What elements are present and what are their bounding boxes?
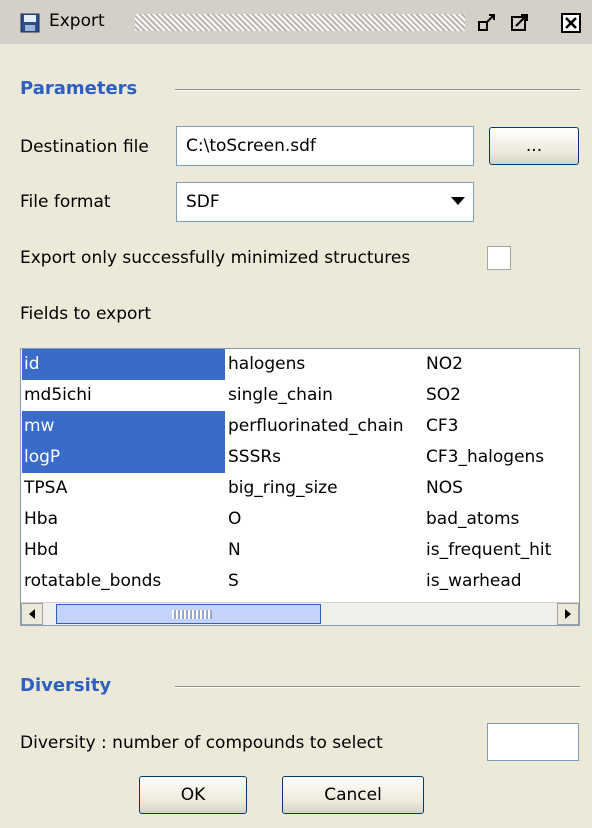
diversity-count-input[interactable]	[487, 723, 579, 761]
floppy-disk-icon	[20, 13, 40, 33]
thumb-grip	[172, 610, 212, 619]
list-item[interactable]: SSSRs	[226, 442, 422, 473]
list-item[interactable]: bad_atoms	[424, 504, 579, 535]
destination-field[interactable]: C:\toScreen.sdf	[176, 126, 474, 166]
list-item[interactable]: md5ichi	[22, 380, 225, 411]
parameters-divider	[175, 89, 580, 91]
destination-label: Destination file	[20, 137, 149, 157]
minimized-checkbox[interactable]	[487, 246, 511, 270]
file-format-label: File format	[20, 192, 111, 212]
scroll-left-button[interactable]	[21, 603, 43, 625]
window-title: Export	[49, 11, 105, 31]
list-item[interactable]: O	[226, 504, 422, 535]
list-item[interactable]: single_chain	[226, 380, 422, 411]
fields-label: Fields to export	[20, 304, 152, 324]
diversity-count-label: Diversity : number of compounds to selec…	[20, 733, 383, 753]
list-item[interactable]: is_frequent_hit	[424, 535, 579, 566]
undock-icon	[478, 14, 495, 31]
list-item[interactable]: TPSA	[22, 473, 225, 504]
fields-list[interactable]: id md5ichi mw logP TPSA Hba Hbd rotatabl…	[20, 348, 580, 626]
ok-button[interactable]: OK	[139, 776, 247, 814]
list-item[interactable]: NO2	[424, 349, 579, 380]
list-item[interactable]: logP	[22, 442, 225, 473]
list-item[interactable]: N	[226, 535, 422, 566]
scroll-right-button[interactable]	[557, 603, 579, 625]
list-item[interactable]: Hba	[22, 504, 225, 535]
diversity-divider	[175, 686, 580, 688]
close-button[interactable]	[560, 12, 582, 34]
scroll-left-icon	[29, 609, 35, 619]
fields-column-2: halogens single_chain perfluorinated_cha…	[226, 349, 422, 597]
undock-button[interactable]	[476, 12, 498, 34]
title-bar[interactable]: Export	[0, 0, 592, 44]
list-item[interactable]: big_ring_size	[226, 473, 422, 504]
maximize-icon	[511, 14, 528, 31]
parameters-header: Parameters	[20, 78, 138, 99]
list-item[interactable]: CF3_halogens	[424, 442, 579, 473]
list-item[interactable]: mw	[22, 411, 225, 442]
scroll-right-icon	[565, 609, 571, 619]
list-item[interactable]: halogens	[226, 349, 422, 380]
minimized-label: Export only successfully minimized struc…	[20, 248, 411, 268]
fields-column-1: id md5ichi mw logP TPSA Hba Hbd rotatabl…	[22, 349, 225, 597]
list-item[interactable]: is_warhead	[424, 566, 579, 597]
title-drag-handle[interactable]	[135, 14, 465, 31]
horizontal-scrollbar[interactable]	[21, 602, 579, 625]
list-item[interactable]: SO2	[424, 380, 579, 411]
fields-column-3: NO2 SO2 CF3 CF3_halogens NOS bad_atoms i…	[424, 349, 579, 597]
cancel-button[interactable]: Cancel	[282, 776, 424, 814]
scrollbar-thumb[interactable]	[56, 604, 321, 624]
diversity-header: Diversity	[20, 675, 112, 696]
maximize-button[interactable]	[509, 12, 531, 34]
file-format-select[interactable]: SDF	[176, 182, 474, 222]
list-item[interactable]: Hbd	[22, 535, 225, 566]
list-item[interactable]: NOS	[424, 473, 579, 504]
file-format-value: SDF	[186, 192, 220, 212]
chevron-down-icon	[451, 197, 465, 205]
browse-button[interactable]: ...	[489, 127, 579, 165]
list-item[interactable]: id	[22, 349, 225, 380]
list-item[interactable]: rotatable_bonds	[22, 566, 225, 597]
list-item[interactable]: CF3	[424, 411, 579, 442]
list-item[interactable]: S	[226, 566, 422, 597]
list-item[interactable]: perfluorinated_chain	[226, 411, 422, 442]
close-icon	[561, 13, 581, 33]
